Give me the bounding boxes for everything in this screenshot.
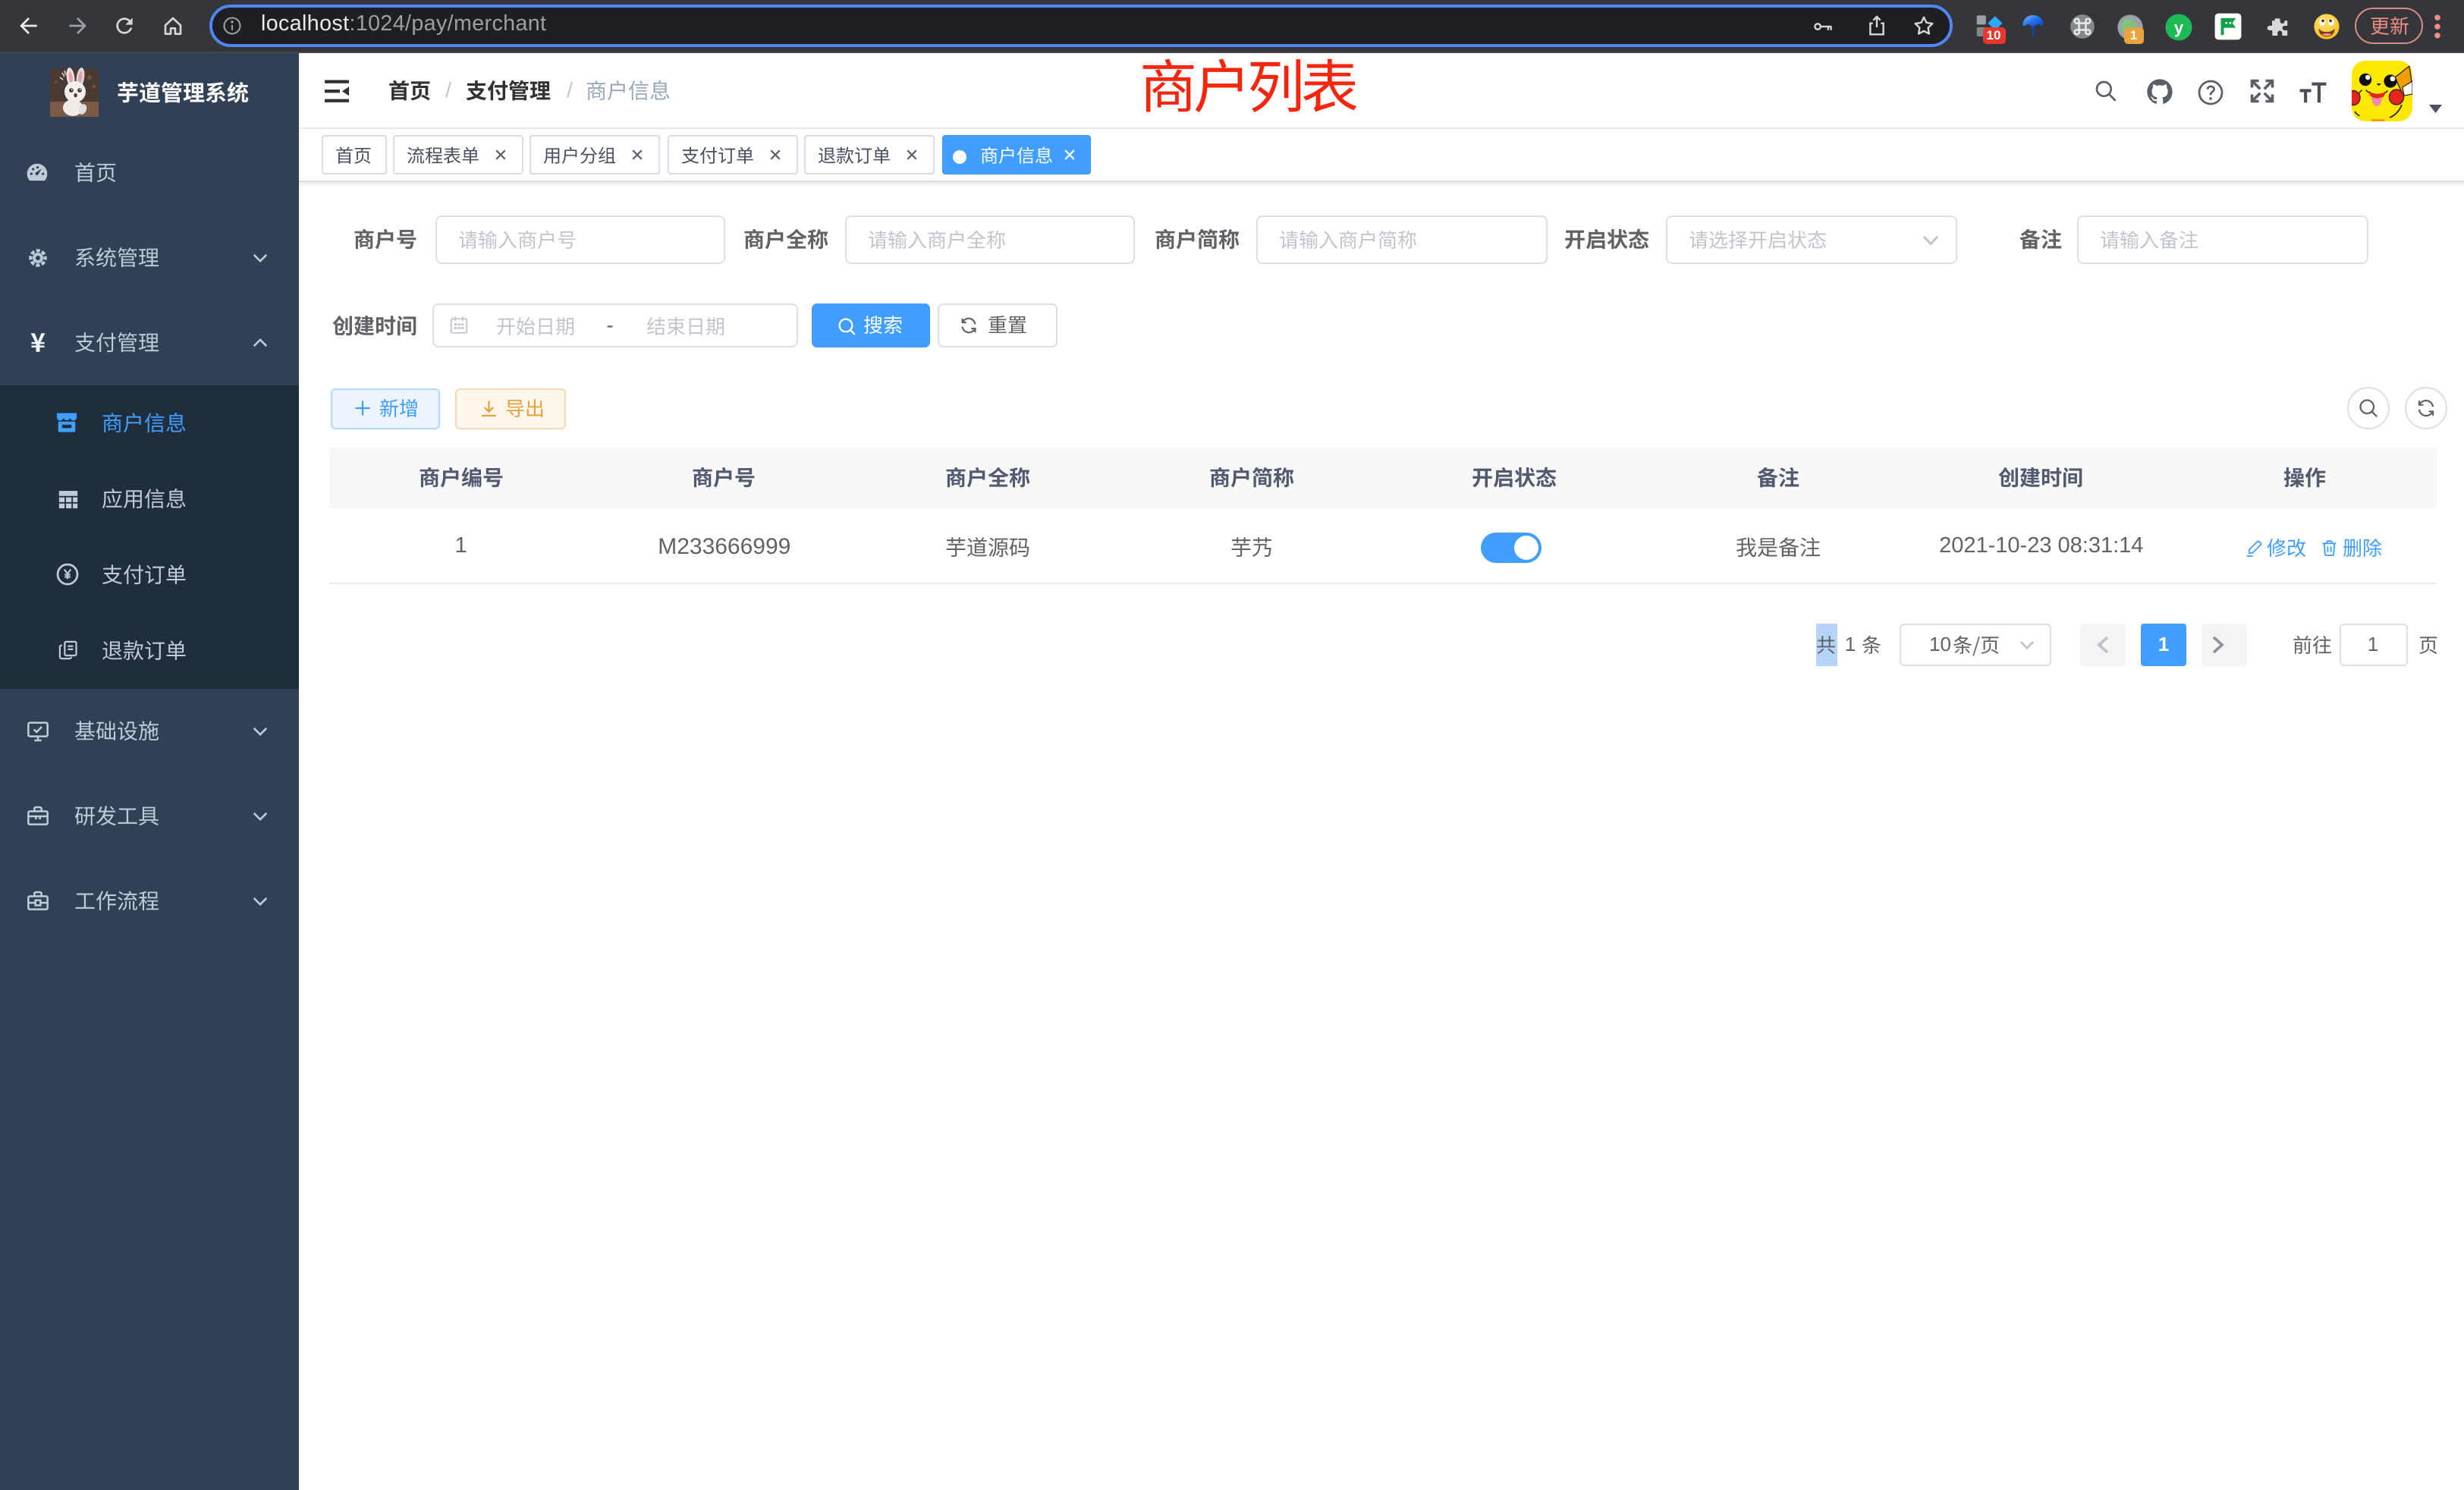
svg-text:y: y — [2174, 17, 2184, 36]
